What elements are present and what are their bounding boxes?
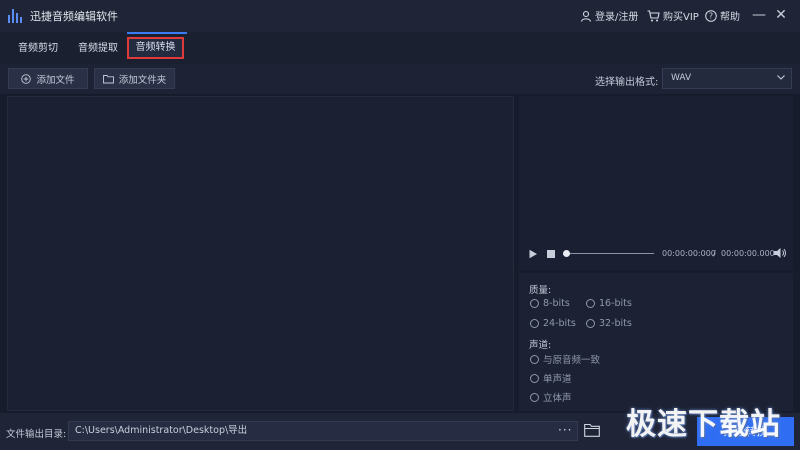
buy-vip-link[interactable]: 购买VIP bbox=[647, 8, 699, 23]
add-file-label: 添加文件 bbox=[36, 74, 75, 86]
add-file-button[interactable]: 添加文件 bbox=[8, 68, 88, 89]
radio-quality-8bits[interactable]: 8-bits bbox=[530, 298, 570, 309]
progress-track[interactable] bbox=[566, 253, 654, 254]
output-format-select[interactable]: WAV bbox=[662, 68, 792, 89]
radio-circle-icon bbox=[530, 373, 539, 383]
browse-more-button[interactable]: ··· bbox=[558, 421, 572, 439]
help-link[interactable]: ? 帮助 bbox=[705, 8, 740, 23]
tab-audio-extract[interactable]: 音频提取 bbox=[72, 38, 124, 60]
radio-circle-icon bbox=[530, 299, 539, 308]
output-format-label: 选择输出格式: bbox=[595, 77, 659, 88]
login-register-label: 登录/注册 bbox=[595, 12, 639, 23]
channel-label: 声道: bbox=[529, 340, 552, 351]
user-icon bbox=[580, 10, 592, 22]
app-title: 迅捷音频编辑软件 bbox=[30, 10, 118, 23]
radio-label: 立体声 bbox=[543, 393, 572, 404]
total-time: 00:00:00.000 bbox=[721, 249, 775, 258]
radio-label: 8-bits bbox=[543, 298, 570, 309]
svg-text:?: ? bbox=[709, 11, 713, 20]
quality-label: 质量: bbox=[529, 285, 552, 296]
radio-channel-mono[interactable]: 单声道 bbox=[530, 371, 572, 385]
radio-label: 24-bits bbox=[543, 318, 576, 329]
app-logo-icon bbox=[8, 9, 24, 23]
output-directory-label: 文件输出目录: bbox=[6, 429, 67, 440]
current-time: 00:00:00:000 bbox=[662, 249, 716, 258]
watermark-text: 极速下载站 bbox=[626, 407, 781, 442]
login-register-link[interactable]: 登录/注册 bbox=[580, 8, 638, 23]
stop-icon[interactable] bbox=[547, 250, 555, 258]
radio-label: 单声道 bbox=[543, 374, 572, 385]
minimize-button[interactable]: — bbox=[750, 6, 768, 24]
close-button[interactable]: ✕ bbox=[772, 6, 790, 24]
tab-audio-convert[interactable]: 音频转换 bbox=[127, 37, 184, 59]
chevron-down-icon bbox=[777, 75, 785, 80]
radio-quality-16bits[interactable]: 16-bits bbox=[586, 298, 632, 309]
radio-label: 16-bits bbox=[599, 298, 632, 309]
file-list-panel[interactable] bbox=[7, 96, 514, 411]
radio-channel-original[interactable]: 与原音频一致 bbox=[530, 352, 600, 366]
open-folder-icon[interactable] bbox=[584, 423, 600, 437]
radio-circle-icon bbox=[586, 319, 595, 328]
radio-label: 与原音频一致 bbox=[543, 355, 601, 366]
cart-icon bbox=[647, 9, 660, 21]
output-directory-input[interactable]: C:\Users\Administrator\Desktop\导出 bbox=[68, 421, 578, 441]
radio-circle-icon bbox=[530, 392, 539, 402]
radio-label: 32-bits bbox=[599, 318, 632, 329]
radio-circle-icon bbox=[530, 354, 539, 364]
active-tab-indicator bbox=[127, 32, 187, 34]
radio-circle-icon bbox=[530, 319, 539, 328]
radio-quality-32bits[interactable]: 32-bits bbox=[586, 318, 632, 329]
time-separator: / bbox=[713, 249, 716, 258]
folder-icon bbox=[102, 74, 114, 83]
progress-handle[interactable] bbox=[563, 250, 570, 257]
radio-quality-24bits[interactable]: 24-bits bbox=[530, 318, 576, 329]
add-folder-label: 添加文件夹 bbox=[118, 74, 167, 86]
play-icon[interactable] bbox=[528, 249, 538, 259]
tab-audio-cut[interactable]: 音频剪切 bbox=[12, 38, 64, 60]
help-label: 帮助 bbox=[720, 12, 740, 23]
add-circle-icon bbox=[21, 73, 32, 84]
buy-vip-label: 购买VIP bbox=[663, 12, 699, 23]
radio-circle-icon bbox=[586, 299, 595, 308]
radio-channel-stereo[interactable]: 立体声 bbox=[530, 390, 572, 404]
add-folder-button[interactable]: 添加文件夹 bbox=[94, 68, 175, 89]
volume-icon[interactable] bbox=[773, 247, 787, 259]
preview-panel bbox=[519, 96, 793, 270]
help-icon: ? bbox=[705, 9, 717, 22]
